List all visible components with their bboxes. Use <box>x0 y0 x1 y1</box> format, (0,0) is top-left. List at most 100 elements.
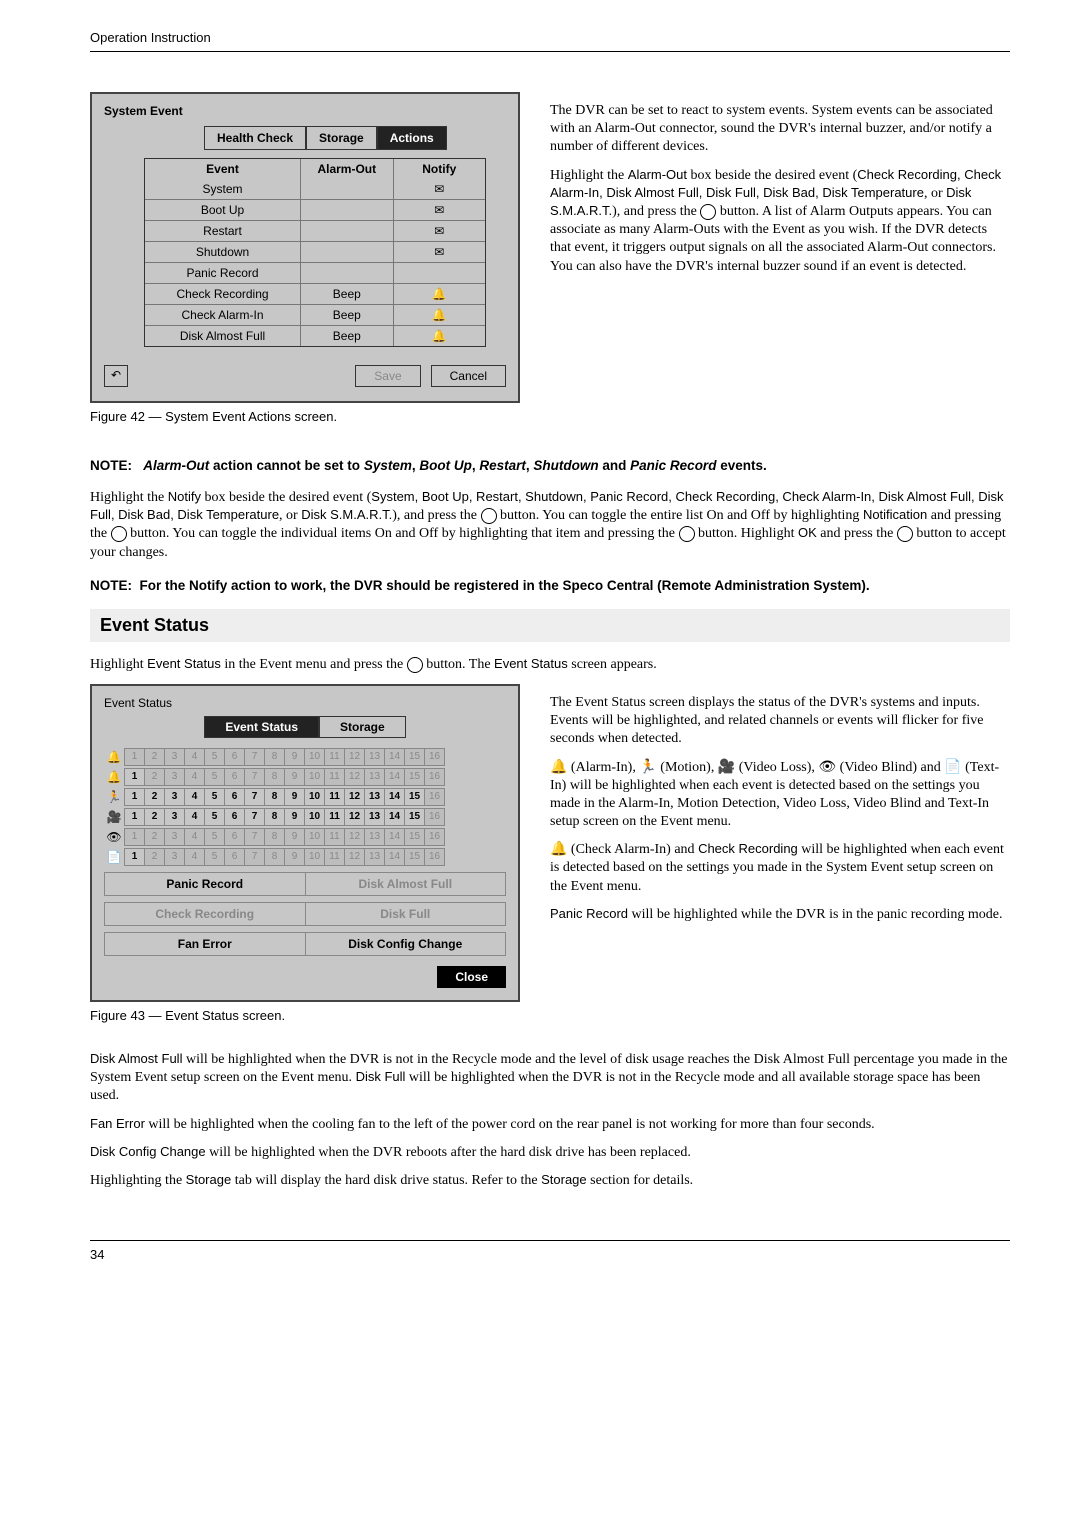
channel-cell: 11 <box>324 748 344 766</box>
paragraph: 🔔 (Check Alarm-In) and Check Recording w… <box>550 841 1010 896</box>
note-alarmout: NOTE: Alarm-Out action cannot be set to … <box>90 458 1010 473</box>
table-row: Panic Record <box>145 262 485 283</box>
enter-icon <box>679 526 695 542</box>
page-header: Operation Instruction <box>90 30 1010 52</box>
tab-storage[interactable]: Storage <box>306 126 377 150</box>
channel-cell: 8 <box>264 788 284 806</box>
channel-cell: 11 <box>324 828 344 846</box>
strip-icon: 🎥 <box>104 810 124 824</box>
status-pair: Panic RecordDisk Almost Full <box>104 872 506 896</box>
table-row: Disk Almost FullBeep🔔 <box>145 325 485 346</box>
alarm-out-cell[interactable] <box>301 263 393 283</box>
channel-cell: 6 <box>224 788 244 806</box>
strip-icon: 📄 <box>104 850 124 864</box>
channel-cell: 12 <box>344 768 364 786</box>
channel-cell: 4 <box>184 828 204 846</box>
col-alarm: Alarm-Out <box>301 159 393 179</box>
back-button[interactable]: ↶ <box>104 365 128 387</box>
channel-cell: 11 <box>324 788 344 806</box>
alarm-out-cell[interactable]: Beep <box>301 284 393 304</box>
notify-cell[interactable]: ✉ <box>394 242 485 262</box>
status-strip: 👁12345678910111213141516 <box>104 828 506 846</box>
channel-cell: 2 <box>144 848 164 866</box>
channel-cell: 9 <box>284 828 304 846</box>
channel-cell: 12 <box>344 808 364 826</box>
status-item: Disk Config Change <box>306 932 507 956</box>
channel-cell: 8 <box>264 768 284 786</box>
tab-storage[interactable]: Storage <box>319 716 406 738</box>
notify-cell[interactable]: 🔔 <box>394 305 485 325</box>
paragraph: Fan Error will be highlighted when the c… <box>90 1116 1010 1134</box>
col-notify: Notify <box>394 159 485 179</box>
channel-cell: 10 <box>304 828 324 846</box>
channel-cell: 14 <box>384 808 404 826</box>
channel-cell: 1 <box>124 848 144 866</box>
channel-cell: 1 <box>124 768 144 786</box>
channel-cell: 4 <box>184 748 204 766</box>
notify-cell[interactable]: 🔔 <box>394 326 485 346</box>
status-strip: 🏃12345678910111213141516 <box>104 788 506 806</box>
panel-title: System Event <box>104 104 506 118</box>
channel-cell: 15 <box>404 848 424 866</box>
channel-cell: 9 <box>284 788 304 806</box>
strip-icon: 🏃 <box>104 790 124 804</box>
channel-cell: 16 <box>424 788 445 806</box>
channel-cell: 15 <box>404 788 424 806</box>
channel-cell: 13 <box>364 808 384 826</box>
channel-cell: 14 <box>384 848 404 866</box>
save-button[interactable]: Save <box>355 365 420 387</box>
channel-cell: 13 <box>364 748 384 766</box>
paragraph: Panic Record will be highlighted while t… <box>550 906 1010 924</box>
enter-icon <box>407 657 423 673</box>
channel-cell: 16 <box>424 768 445 786</box>
alarm-out-cell[interactable] <box>301 200 393 220</box>
status-pair: Check RecordingDisk Full <box>104 902 506 926</box>
strip-icon: 🔔 <box>104 770 124 784</box>
channel-cell: 12 <box>344 848 364 866</box>
notify-cell[interactable]: ✉ <box>394 200 485 220</box>
grid-header: Event Alarm-Out Notify <box>145 159 485 179</box>
panel-title: Event Status <box>104 696 506 710</box>
channel-cell: 16 <box>424 748 445 766</box>
channel-cell: 11 <box>324 808 344 826</box>
cancel-button[interactable]: Cancel <box>431 365 506 387</box>
close-button[interactable]: Close <box>437 966 506 988</box>
channel-cell: 3 <box>164 808 184 826</box>
channel-cell: 2 <box>144 768 164 786</box>
alarm-out-cell[interactable] <box>301 221 393 241</box>
channel-cell: 14 <box>384 828 404 846</box>
notify-cell[interactable]: ✉ <box>394 179 485 199</box>
alarm-out-cell[interactable] <box>301 179 393 199</box>
paragraph: 🔔 (Alarm-In), 🏃 (Motion), 🎥 (Video Loss)… <box>550 759 1010 832</box>
enter-icon <box>481 508 497 524</box>
page-footer: 34 <box>90 1240 1010 1276</box>
channel-cell: 2 <box>144 828 164 846</box>
channel-cell: 16 <box>424 828 445 846</box>
channel-cell: 15 <box>404 808 424 826</box>
tab-event-status[interactable]: Event Status <box>204 716 319 738</box>
event-name: Check Recording <box>145 284 301 304</box>
channel-cell: 15 <box>404 748 424 766</box>
channel-cell: 9 <box>284 768 304 786</box>
tab-actions[interactable]: Actions <box>377 126 447 150</box>
paragraph: Highlighting the Storage tab will displa… <box>90 1172 1010 1190</box>
channel-cell: 8 <box>264 828 284 846</box>
alarm-out-cell[interactable] <box>301 242 393 262</box>
event-name: Disk Almost Full <box>145 326 301 346</box>
notify-cell[interactable] <box>394 263 485 283</box>
status-item: Panic Record <box>104 872 306 896</box>
channel-cell: 3 <box>164 848 184 866</box>
channel-cell: 13 <box>364 828 384 846</box>
channel-cell: 14 <box>384 748 404 766</box>
channel-cell: 8 <box>264 748 284 766</box>
alarm-out-cell[interactable]: Beep <box>301 326 393 346</box>
tab-health-check[interactable]: Health Check <box>204 126 306 150</box>
channel-cell: 5 <box>204 828 224 846</box>
status-item: Fan Error <box>104 932 306 956</box>
notify-cell[interactable]: ✉ <box>394 221 485 241</box>
notify-cell[interactable]: 🔔 <box>394 284 485 304</box>
alarm-out-cell[interactable]: Beep <box>301 305 393 325</box>
event-status-panel: Event Status Event Status Storage 🔔12345… <box>90 684 520 1002</box>
table-row: Restart✉ <box>145 220 485 241</box>
enter-icon <box>111 526 127 542</box>
